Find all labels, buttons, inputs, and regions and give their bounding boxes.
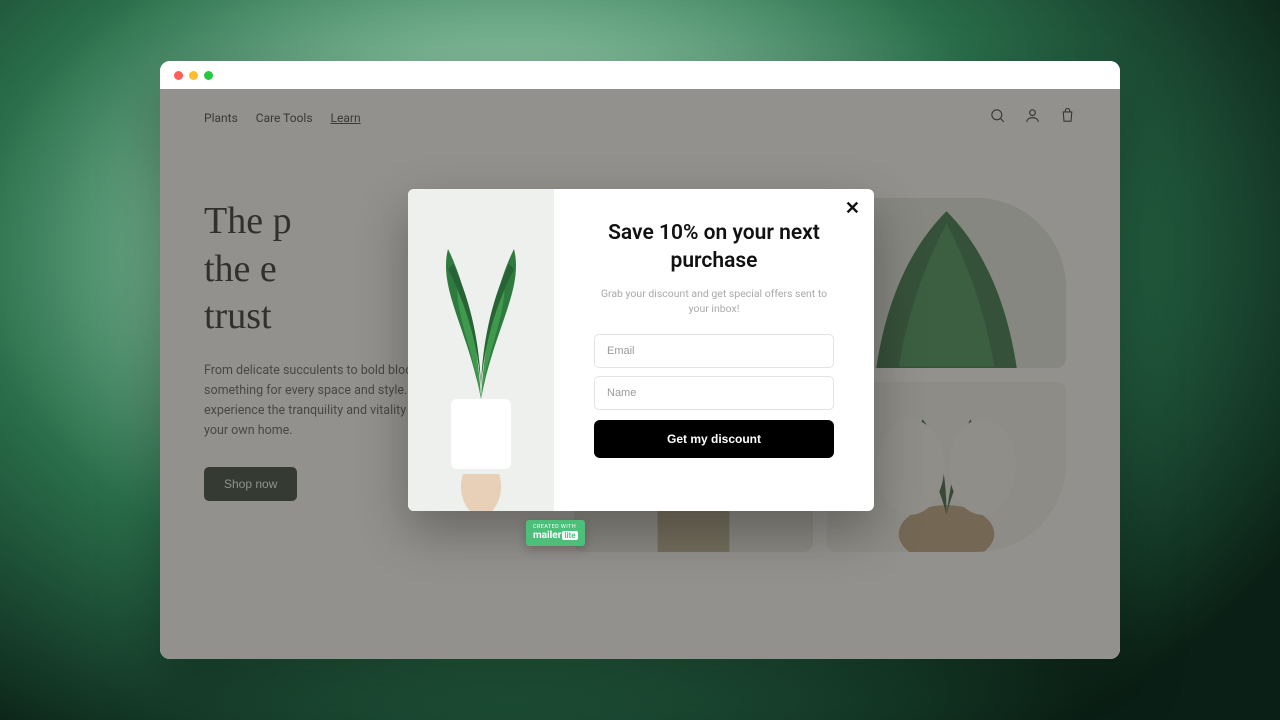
popup-title: Save 10% on your next purchase (582, 219, 846, 276)
window-close-dot[interactable] (174, 71, 183, 80)
mailerlite-badge[interactable]: CREATED WITH mailerlite (526, 520, 585, 546)
close-icon[interactable]: ✕ (845, 199, 860, 217)
popup-body: ✕ Save 10% on your next purchase Grab yo… (554, 189, 874, 511)
browser-window: Plants Care Tools Learn (160, 61, 1120, 659)
discount-popup: ✕ Save 10% on your next purchase Grab yo… (408, 189, 874, 511)
name-field[interactable] (594, 376, 834, 410)
window-minimize-dot[interactable] (189, 71, 198, 80)
site-viewport: Plants Care Tools Learn (160, 89, 1120, 659)
page-background: Plants Care Tools Learn (0, 0, 1280, 720)
popup-image (408, 189, 554, 511)
popup-subtitle: Grab your discount and get special offer… (599, 286, 829, 316)
badge-suffix: lite (562, 531, 577, 540)
window-titlebar (160, 61, 1120, 89)
get-discount-button[interactable]: Get my discount (594, 420, 834, 458)
window-maximize-dot[interactable] (204, 71, 213, 80)
badge-brand: mailer (533, 530, 561, 541)
email-field[interactable] (594, 334, 834, 368)
